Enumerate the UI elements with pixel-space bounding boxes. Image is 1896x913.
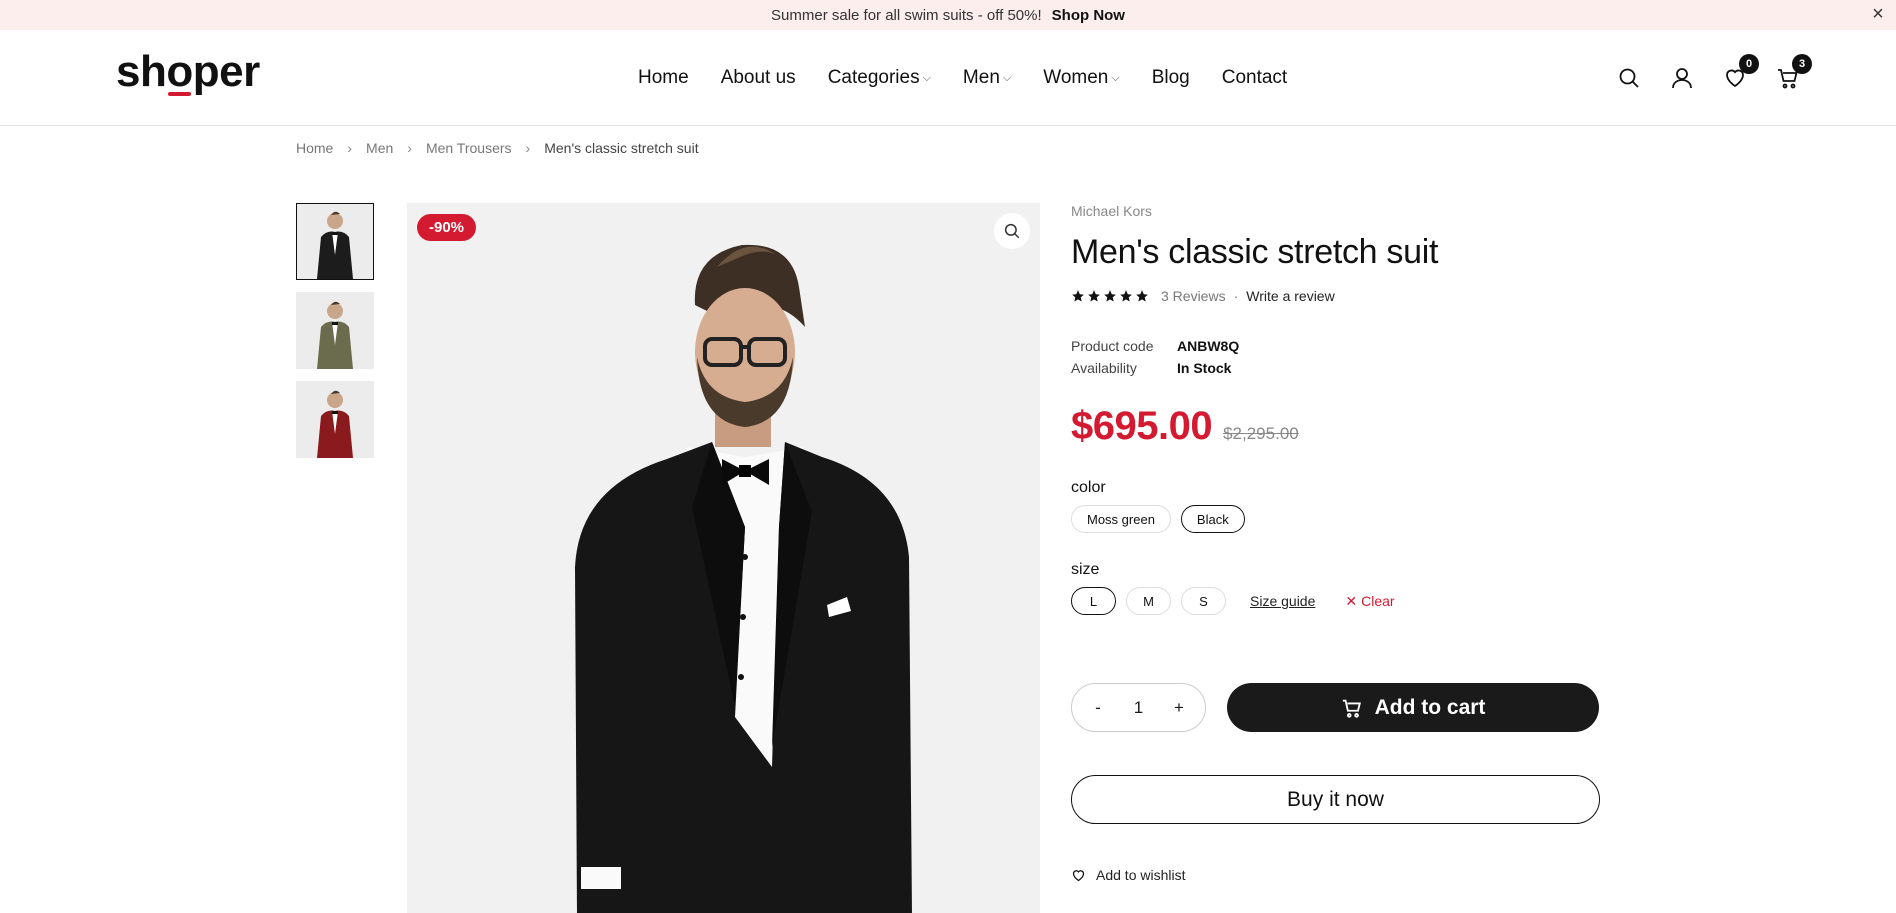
size-option-l[interactable]: L — [1071, 587, 1116, 615]
clear-label: Clear — [1361, 593, 1395, 609]
write-review-link[interactable]: Write a review — [1246, 288, 1334, 304]
color-option-black[interactable]: Black — [1180, 505, 1245, 533]
star-icon — [1088, 290, 1100, 302]
availability-label: Availability — [1071, 360, 1137, 376]
thumbnail-black-suit[interactable] — [296, 203, 374, 280]
chevron-right-icon: › — [525, 140, 531, 156]
cart-count-badge: 3 — [1792, 54, 1812, 74]
zoom-button[interactable] — [994, 213, 1030, 249]
availability-row: Availability In Stock — [1071, 360, 1601, 376]
logo[interactable]: shoper — [116, 47, 260, 96]
quantity-input[interactable]: 1 — [1134, 698, 1143, 718]
quantity-increase-button[interactable]: + — [1171, 698, 1187, 718]
nav-item-contact[interactable]: Contact — [1222, 67, 1287, 89]
nav-item-about-us[interactable]: About us — [721, 67, 796, 89]
nav-item-women[interactable]: Women ⌵ — [1043, 67, 1119, 89]
nav-label: Contact — [1221, 67, 1288, 88]
logo-text-o: o — [166, 47, 193, 96]
shop-now-link[interactable]: Shop Now — [1052, 7, 1125, 24]
color-option-moss-green[interactable]: Moss green — [1071, 505, 1171, 533]
clear-selection-button[interactable]: ✕ Clear — [1345, 593, 1394, 610]
size-option-m[interactable]: M — [1126, 587, 1171, 615]
add-to-cart-label: Add to cart — [1374, 695, 1486, 719]
color-options: Moss green Black — [1071, 505, 1601, 533]
original-price: $2,295.00 — [1223, 424, 1299, 443]
separator-dot: · — [1233, 288, 1239, 304]
product-info: Michael Kors Men's classic stretch suit … — [1071, 203, 1601, 883]
review-count[interactable]: 3 Reviews — [1161, 288, 1226, 304]
nav-item-men[interactable]: Men ⌵ — [963, 67, 1011, 89]
chevron-down-icon: ⌵ — [922, 71, 931, 84]
nav-label: Women — [1043, 67, 1109, 88]
star-icon — [1104, 290, 1116, 302]
product-brand[interactable]: Michael Kors — [1071, 203, 1601, 219]
site-header: shoper Home About us Categories ⌵ Men ⌵ Wo… — [0, 30, 1896, 126]
nav-label: Men — [962, 67, 1000, 88]
rating-stars — [1071, 289, 1149, 303]
quantity-stepper: - 1 + — [1071, 683, 1206, 732]
size-option-s[interactable]: S — [1181, 587, 1226, 615]
cart-row: - 1 + Add to cart — [1071, 683, 1601, 732]
rating-row: 3 Reviews · Write a review — [1071, 288, 1601, 304]
color-label: color — [1071, 479, 1106, 496]
star-icon — [1136, 290, 1148, 302]
logo-text-end: per — [192, 47, 260, 96]
nav-item-categories[interactable]: Categories ⌵ — [828, 67, 931, 89]
breadcrumb-home[interactable]: Home — [296, 140, 333, 156]
nav-label: About us — [720, 67, 796, 88]
price-row: $695.00 $2,295.00 — [1071, 404, 1601, 449]
size-label: size — [1071, 561, 1100, 578]
product-title: Men's classic stretch suit — [1071, 233, 1439, 271]
add-to-wishlist-link[interactable]: Add to wishlist — [1071, 867, 1601, 883]
thumbnail-green-suit[interactable] — [296, 292, 374, 369]
product-code-value: ANBW8Q — [1177, 338, 1240, 354]
add-to-wishlist-label: Add to wishlist — [1096, 867, 1186, 883]
wishlist-count-badge: 0 — [1739, 54, 1759, 74]
star-icon — [1120, 290, 1132, 302]
user-icon[interactable] — [1670, 66, 1694, 90]
star-icon — [1072, 290, 1084, 302]
product-photo — [575, 244, 912, 913]
thumbnail-list — [296, 203, 376, 470]
chevron-down-icon: ⌵ — [1002, 71, 1012, 84]
buy-now-button[interactable]: Buy it now — [1071, 775, 1600, 824]
nav-item-blog[interactable]: Blog — [1152, 67, 1190, 89]
cart-icon[interactable]: 3 — [1776, 54, 1812, 90]
quantity-decrease-button[interactable]: - — [1090, 698, 1106, 718]
nav-label: Categories — [827, 67, 920, 88]
close-icon[interactable]: × — [1868, 4, 1888, 24]
breadcrumb-men-trousers[interactable]: Men Trousers — [426, 140, 512, 156]
nav-label: Blog — [1151, 67, 1190, 88]
sale-badge: -90% — [417, 214, 477, 241]
heart-icon[interactable]: 0 — [1723, 54, 1759, 90]
size-guide-link[interactable]: Size guide — [1250, 593, 1315, 609]
breadcrumb-current: Men's classic stretch suit — [544, 140, 699, 156]
search-icon[interactable] — [1617, 66, 1641, 90]
cart-icon — [1342, 699, 1361, 718]
nav-label: Home — [638, 67, 689, 88]
add-to-cart-button[interactable]: Add to cart — [1227, 683, 1599, 732]
product-code-row: Product code ANBW8Q — [1071, 338, 1601, 354]
availability-value: In Stock — [1177, 360, 1232, 376]
chevron-down-icon: ⌵ — [1111, 71, 1120, 84]
announcement-text: Summer sale for all swim suits - off 50%… — [771, 6, 1042, 24]
announcement-bar: Summer sale for all swim suits - off 50%… — [0, 0, 1896, 30]
size-options: L M S Size guide ✕ Clear — [1071, 587, 1601, 615]
chevron-right-icon: › — [347, 140, 353, 156]
nav-item-home[interactable]: Home — [638, 67, 689, 89]
product-code-label: Product code — [1071, 338, 1154, 354]
close-icon: ✕ — [1345, 592, 1358, 609]
zoom-icon — [1004, 223, 1020, 239]
heart-icon — [1072, 869, 1085, 881]
main-nav: Home About us Categories ⌵ Men ⌵ Women ⌵ Bl… — [638, 30, 1319, 126]
breadcrumb: Home › Men › Men Trousers › Men's classi… — [296, 140, 699, 156]
current-price: $695.00 — [1071, 404, 1213, 448]
breadcrumb-men[interactable]: Men — [366, 140, 393, 156]
chevron-right-icon: › — [407, 140, 412, 156]
thumbnail-red-suit[interactable] — [296, 381, 374, 458]
logo-text-start: sh — [116, 47, 167, 96]
main-product-image[interactable]: -90% — [407, 203, 1040, 913]
header-icons: 0 3 — [1617, 30, 1812, 126]
